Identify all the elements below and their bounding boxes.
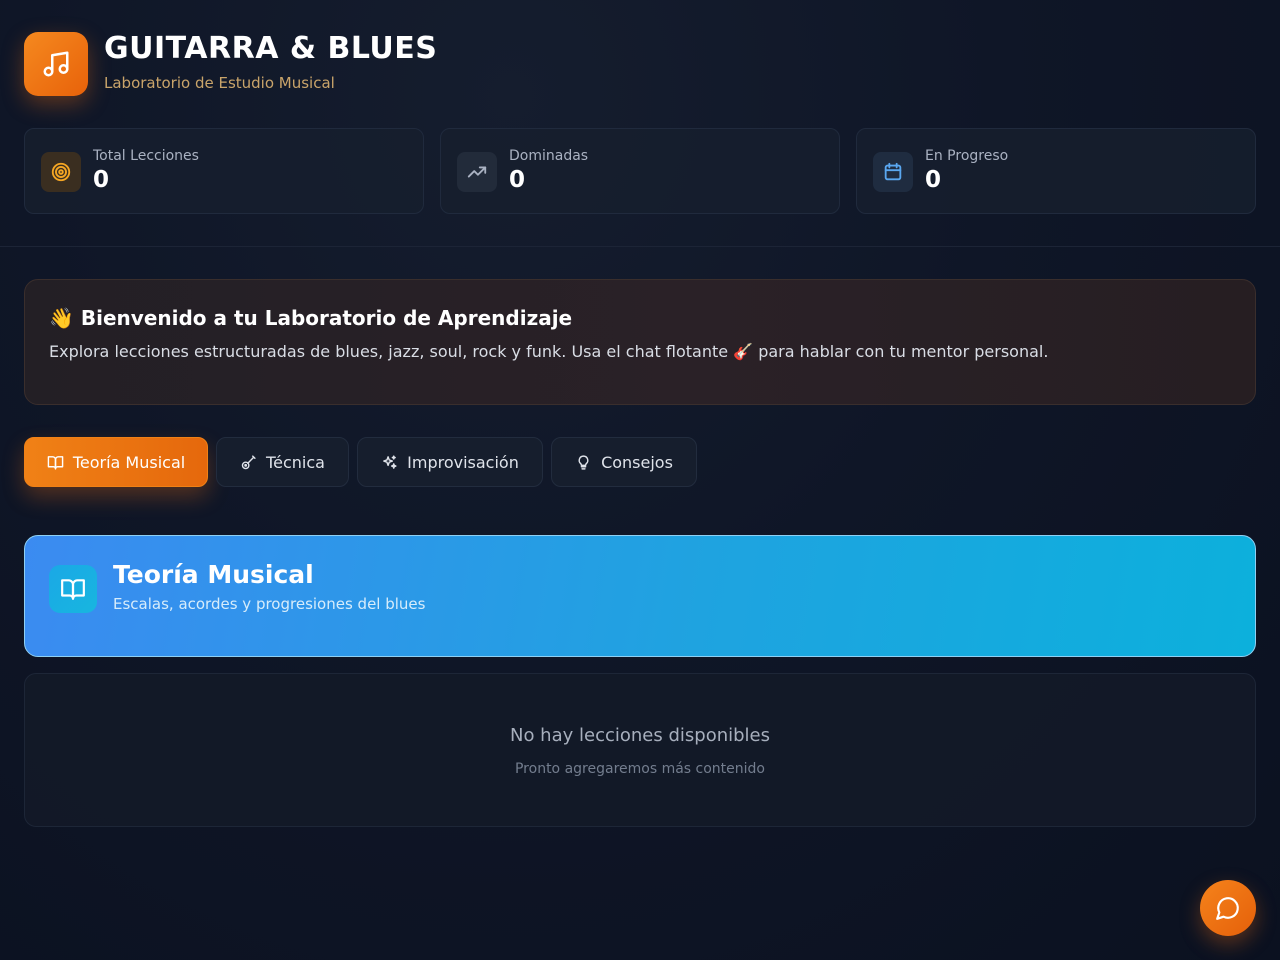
welcome-text-after: para hablar con tu mentor personal. [758,342,1049,361]
empty-state-title: No hay lecciones disponibles [509,725,770,746]
empty-state: No hay lecciones disponibles Pronto agre… [24,673,1256,827]
app-header: GUITARRA & BLUES Laboratorio de Estudio … [0,0,1280,247]
section-banner: Teoría Musical Escalas, acordes y progre… [24,535,1256,657]
trending-up-icon [457,152,497,192]
chat-bubble-icon [1216,897,1239,920]
welcome-text: Explora lecciones estructuradas de blues… [49,342,1048,361]
book-open-icon [47,455,64,470]
tab-label: Improvisación [407,452,519,472]
stat-label: Total Lecciones [93,148,199,164]
book-open-icon [49,565,97,613]
tab-teoria-musical[interactable]: Teoría Musical [24,437,208,487]
stat-card-mastered: Dominadas 0 [440,128,840,214]
music-note-icon [43,51,69,77]
stat-value: 0 [93,167,110,193]
calendar-icon [873,152,913,192]
stat-value: 0 [925,167,942,193]
section-title: Teoría Musical [113,560,314,589]
tab-tecnica[interactable]: Técnica [216,437,349,487]
waving-hand-emoji: 👋 [49,306,74,330]
tab-label: Consejos [601,452,673,472]
chat-button[interactable] [1200,880,1256,936]
tab-label: Técnica [266,452,325,472]
app-subtitle: Laboratorio de Estudio Musical [104,74,335,92]
welcome-card: 👋 Bienvenido a tu Laboratorio de Aprendi… [24,279,1256,405]
stat-label: Dominadas [509,148,589,164]
welcome-title-text: Bienvenido a tu Laboratorio de Aprendiza… [80,306,573,330]
guitar-emoji: 🎸 [733,342,754,361]
stat-card-total-lessons: Total Lecciones 0 [24,128,424,214]
tab-consejos[interactable]: Consejos [551,437,697,487]
sparkles-icon [383,454,397,469]
welcome-title: 👋 Bienvenido a tu Laboratorio de Aprendi… [49,306,572,330]
app-logo [24,32,88,96]
tab-label: Teoría Musical [72,452,186,472]
stat-card-in-progress: En Progreso 0 [856,128,1256,214]
target-icon [41,152,81,192]
lightbulb-icon [578,454,589,470]
guitar-icon [241,454,256,469]
section-subtitle: Escalas, acordes y progresiones del blue… [113,595,426,613]
tab-improvisacion[interactable]: Improvisación [357,437,543,487]
empty-state-subtitle: Pronto agregaremos más contenido [514,761,765,777]
welcome-text-before: Explora lecciones estructuradas de blues… [49,342,729,361]
stat-label: En Progreso [925,148,1009,164]
stat-value: 0 [509,167,526,193]
app-title: GUITARRA & BLUES [104,31,438,66]
